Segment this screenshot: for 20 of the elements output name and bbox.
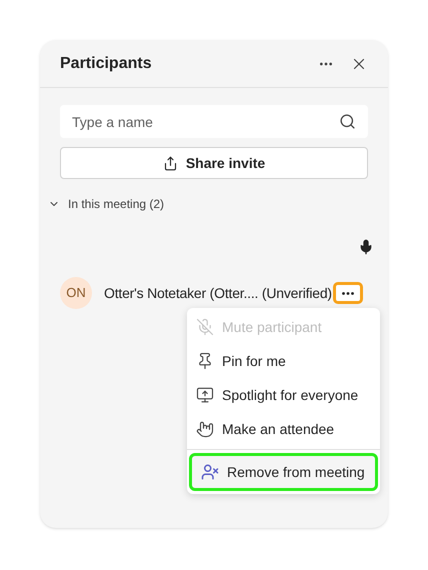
- menu-item[interactable]: Spotlight for everyone: [187, 378, 380, 412]
- menu-item[interactable]: Pin for me: [187, 344, 380, 378]
- muted-mic-icon: [196, 318, 214, 336]
- menu-item[interactable]: Make an attendee: [187, 412, 380, 446]
- share-icon: [162, 156, 178, 170]
- pin-icon: [196, 352, 214, 370]
- avatar: ON: [60, 277, 92, 309]
- spotlight-icon: [196, 386, 214, 404]
- share-invite-button[interactable]: Share invite: [60, 147, 368, 179]
- search-icon: [339, 113, 356, 130]
- menu-item[interactable]: Remove from meeting: [189, 453, 378, 491]
- mic-icon[interactable]: [358, 239, 374, 255]
- more-icon: [342, 292, 354, 294]
- search-field[interactable]: Type a name: [60, 105, 368, 138]
- panel-title: Participants: [60, 54, 153, 74]
- hand-icon: [196, 420, 214, 438]
- participant-more-button[interactable]: [332, 282, 363, 304]
- participant-name: Otter's Notetaker (Otter.... (Unverified): [104, 284, 332, 303]
- section-header[interactable]: In this meeting (2): [48, 195, 164, 213]
- person-remove-icon: [201, 463, 219, 481]
